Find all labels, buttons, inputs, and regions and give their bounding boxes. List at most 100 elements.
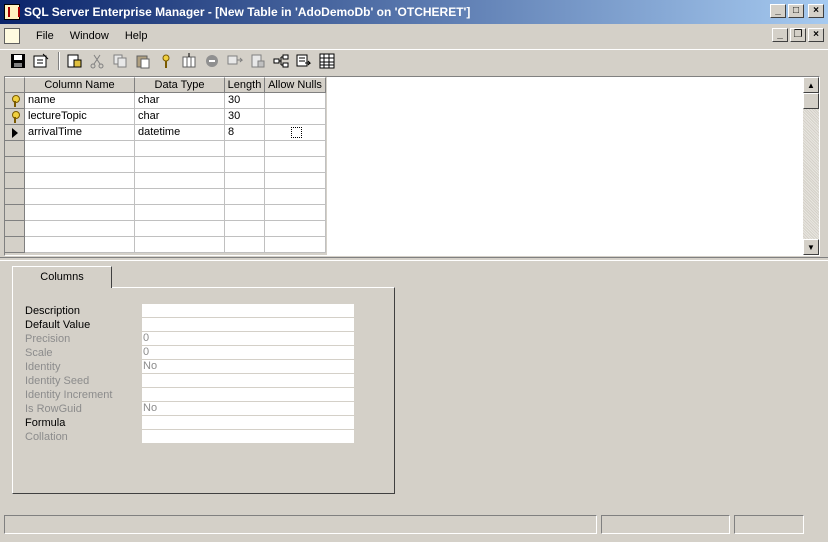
- insert-column-icon[interactable]: [179, 51, 199, 71]
- row-selector[interactable]: [5, 237, 25, 253]
- column-name-cell[interactable]: arrivalTime: [25, 125, 135, 141]
- column-name-cell[interactable]: [25, 205, 135, 221]
- row-selector[interactable]: [5, 141, 25, 157]
- data-type-cell[interactable]: char: [135, 109, 225, 125]
- manage-triggers-icon[interactable]: [294, 51, 314, 71]
- properties-icon[interactable]: [31, 51, 51, 71]
- manage-relationships-icon[interactable]: [225, 51, 245, 71]
- save-icon[interactable]: [8, 51, 28, 71]
- column-name-cell[interactable]: lectureTopic: [25, 109, 135, 125]
- allow-nulls-cell[interactable]: [265, 189, 326, 205]
- mdi-restore-button[interactable]: ❐: [790, 28, 806, 42]
- close-button[interactable]: ×: [808, 4, 824, 18]
- menu-file[interactable]: File: [28, 30, 62, 42]
- allow-nulls-cell[interactable]: [265, 237, 326, 253]
- table-row[interactable]: [5, 205, 327, 221]
- length-cell[interactable]: 30: [225, 93, 265, 109]
- manage-constraints-icon[interactable]: [271, 51, 291, 71]
- table-row[interactable]: [5, 221, 327, 237]
- length-cell[interactable]: [225, 221, 265, 237]
- row-selector[interactable]: [5, 205, 25, 221]
- table-row[interactable]: [5, 141, 327, 157]
- allow-nulls-cell[interactable]: [265, 125, 326, 141]
- data-type-cell[interactable]: [135, 237, 225, 253]
- menu-help[interactable]: Help: [117, 30, 156, 42]
- data-type-cell[interactable]: [135, 205, 225, 221]
- allow-nulls-cell[interactable]: [265, 141, 326, 157]
- data-type-cell[interactable]: [135, 221, 225, 237]
- table-row[interactable]: lectureTopic char 30: [5, 109, 327, 125]
- mdi-minimize-button[interactable]: _: [772, 28, 788, 42]
- data-type-cell[interactable]: [135, 157, 225, 173]
- column-name-cell[interactable]: [25, 157, 135, 173]
- table-row[interactable]: [5, 189, 327, 205]
- enterprise-manager-app-icon[interactable]: [4, 4, 20, 20]
- property-value-description[interactable]: [142, 304, 354, 318]
- row-selector[interactable]: [5, 93, 25, 109]
- table-row[interactable]: [5, 237, 327, 253]
- document-icon[interactable]: [4, 28, 20, 44]
- data-type-cell[interactable]: [135, 189, 225, 205]
- row-selector[interactable]: [5, 189, 25, 205]
- column-name-cell[interactable]: [25, 221, 135, 237]
- header-allow-nulls[interactable]: Allow Nulls: [265, 77, 326, 93]
- data-type-cell[interactable]: [135, 141, 225, 157]
- table-row[interactable]: name char 30: [5, 93, 327, 109]
- tab-columns[interactable]: Columns: [12, 266, 112, 288]
- header-column-name[interactable]: Column Name: [25, 77, 135, 93]
- length-cell[interactable]: [225, 205, 265, 221]
- column-name-cell[interactable]: [25, 189, 135, 205]
- table-view-icon[interactable]: [317, 51, 337, 71]
- data-type-cell[interactable]: [135, 173, 225, 189]
- allow-nulls-cell[interactable]: [265, 221, 326, 237]
- allow-nulls-cell[interactable]: [265, 157, 326, 173]
- pane-splitter[interactable]: [0, 257, 828, 261]
- column-name-cell[interactable]: [25, 141, 135, 157]
- scrollbar-thumb[interactable]: [803, 93, 819, 109]
- length-cell[interactable]: [225, 237, 265, 253]
- menu-window[interactable]: Window: [62, 30, 117, 42]
- allow-nulls-cell[interactable]: [265, 93, 326, 109]
- column-name-cell[interactable]: [25, 237, 135, 253]
- copy-icon[interactable]: [110, 51, 130, 71]
- vertical-scrollbar[interactable]: ▲ ▼: [803, 77, 819, 255]
- cut-icon[interactable]: [87, 51, 107, 71]
- length-cell[interactable]: 30: [225, 109, 265, 125]
- scroll-up-arrow-icon[interactable]: ▲: [803, 77, 819, 93]
- data-type-cell[interactable]: char: [135, 93, 225, 109]
- property-value-formula[interactable]: [142, 416, 354, 430]
- length-cell[interactable]: [225, 157, 265, 173]
- table-row[interactable]: [5, 173, 327, 189]
- generate-script-icon[interactable]: [64, 51, 84, 71]
- mdi-close-button[interactable]: ×: [808, 28, 824, 42]
- property-value-default-value[interactable]: [142, 318, 354, 332]
- minimize-button[interactable]: _: [770, 4, 786, 18]
- allow-nulls-checkbox[interactable]: [291, 127, 302, 138]
- row-selector[interactable]: [5, 221, 25, 237]
- allow-nulls-cell[interactable]: [265, 205, 326, 221]
- length-cell[interactable]: [225, 141, 265, 157]
- delete-column-icon[interactable]: [202, 51, 222, 71]
- scroll-down-arrow-icon[interactable]: ▼: [803, 239, 819, 255]
- length-cell[interactable]: 8: [225, 125, 265, 141]
- column-name-cell[interactable]: name: [25, 93, 135, 109]
- allow-nulls-cell[interactable]: [265, 173, 326, 189]
- table-row[interactable]: arrivalTime datetime 8: [5, 125, 327, 141]
- grid-corner[interactable]: [5, 77, 25, 93]
- row-selector[interactable]: [5, 125, 25, 141]
- length-cell[interactable]: [225, 173, 265, 189]
- column-name-cell[interactable]: [25, 173, 135, 189]
- table-row[interactable]: [5, 157, 327, 173]
- maximize-button[interactable]: □: [788, 4, 804, 18]
- paste-icon[interactable]: [133, 51, 153, 71]
- header-data-type[interactable]: Data Type: [135, 77, 225, 93]
- manage-indexes-icon[interactable]: [248, 51, 268, 71]
- row-selector[interactable]: [5, 109, 25, 125]
- allow-nulls-cell[interactable]: [265, 109, 326, 125]
- primary-key-icon[interactable]: [156, 51, 176, 71]
- header-length[interactable]: Length: [225, 77, 265, 93]
- row-selector[interactable]: [5, 157, 25, 173]
- data-type-cell[interactable]: datetime: [135, 125, 225, 141]
- row-selector[interactable]: [5, 173, 25, 189]
- title-bar[interactable]: SQL Server Enterprise Manager - [New Tab…: [0, 0, 828, 24]
